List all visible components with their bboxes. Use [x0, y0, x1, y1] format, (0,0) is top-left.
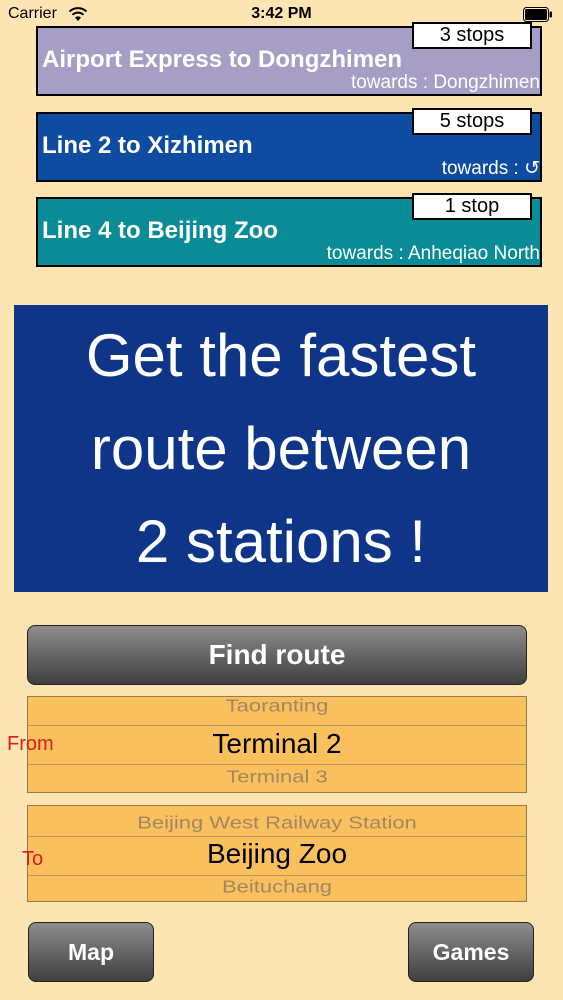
picker-option-below[interactable]: Terminal 3 [28, 767, 526, 788]
route-card-line-2[interactable]: 5 stops Line 2 to Xizhimen towards : ↺ [36, 108, 542, 182]
promo-line-1: Get the fastest [85, 322, 477, 389]
route-card-line-4[interactable]: 1 stop Line 4 to Beijing Zoo towards : A… [36, 193, 542, 267]
stops-badge: 5 stops [412, 108, 532, 135]
picker-option-above[interactable]: Taoranting [28, 697, 526, 716]
promo-line-2: route between [90, 415, 472, 482]
to-label: To [22, 848, 44, 870]
picker-divider [28, 725, 526, 726]
find-route-button[interactable]: Find route [27, 625, 527, 685]
picker-option-below[interactable]: Beituchang [28, 877, 526, 898]
stops-badge: 3 stops [412, 22, 532, 49]
clock: 3:42 PM [251, 5, 312, 22]
route-towards: towards : ↺ [441, 158, 540, 179]
route-card-airport-express[interactable]: 3 stops Airport Express to Dongzhimen to… [36, 22, 542, 96]
from-station-picker[interactable]: Taoranting Terminal 2 Terminal 3 [27, 696, 527, 793]
picker-divider [28, 836, 526, 837]
picker-option-selected[interactable]: Terminal 2 [28, 728, 526, 760]
promo-text: Get the fastest route between 2 stations… [14, 309, 548, 588]
picker-option-selected[interactable]: Beijing Zoo [28, 838, 526, 870]
to-station-picker[interactable]: Beijing West Railway Station Beijing Zoo… [27, 805, 527, 902]
promo-banner: Get the fastest route between 2 stations… [14, 305, 548, 592]
picker-option-above[interactable]: Beijing West Railway Station [28, 813, 526, 834]
picker-divider [28, 764, 526, 765]
route-towards: towards : Dongzhimen [350, 72, 540, 93]
route-title: Line 4 to Beijing Zoo [42, 217, 278, 244]
battery-icon [523, 7, 552, 22]
route-title: Airport Express to Dongzhimen [42, 46, 403, 73]
stops-badge: 1 stop [412, 193, 532, 220]
route-title: Line 2 to Xizhimen [42, 132, 253, 159]
map-button[interactable]: Map [28, 922, 154, 982]
games-button[interactable]: Games [408, 922, 534, 982]
promo-line-3: 2 stations ! [135, 508, 427, 575]
route-towards: towards : Anheqiao North [326, 243, 540, 264]
from-label: From [7, 733, 54, 755]
